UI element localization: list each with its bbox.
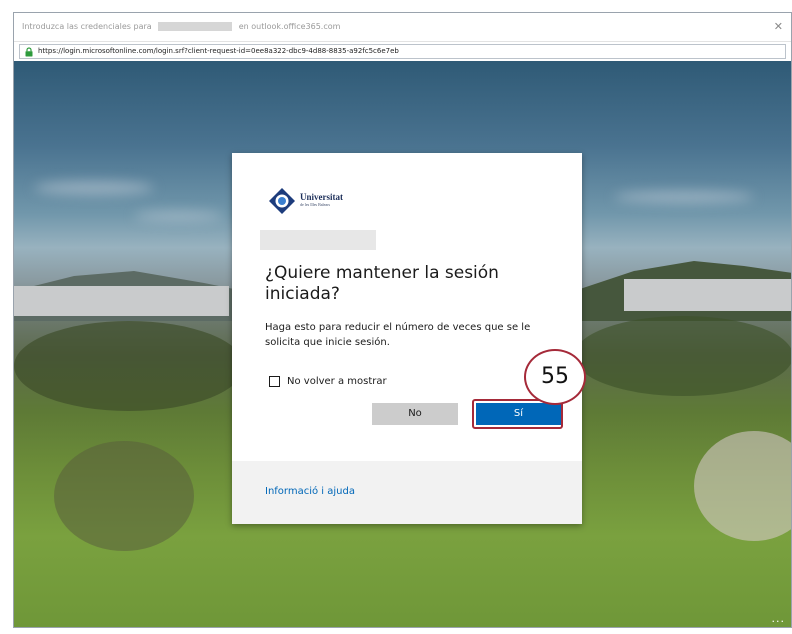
account-email-redacted — [260, 230, 376, 250]
close-icon[interactable]: ✕ — [774, 13, 783, 41]
university-logo: Universitat de les Illes Balears — [268, 187, 368, 215]
window-titlebar: Introduzca las credenciales para en outl… — [14, 13, 791, 41]
url-text: https://login.microsoftonline.com/login.… — [38, 47, 399, 55]
redacted-email — [158, 22, 233, 31]
olive-tree — [54, 441, 194, 551]
stay-signed-in-dialog: Universitat de les Illes Balears ¿Quiere… — [232, 153, 586, 524]
cloud — [614, 191, 754, 203]
url-field[interactable]: https://login.microsoftonline.com/login.… — [19, 44, 786, 59]
more-options-icon[interactable]: ... — [772, 612, 786, 625]
dialog-description: Haga esto para reducir el número de vece… — [265, 322, 531, 348]
window-title-prefix: Introduzca las credenciales para — [22, 22, 152, 31]
help-link[interactable]: Informació i ajuda — [265, 486, 355, 497]
dont-show-again-row[interactable]: No volver a mostrar — [269, 374, 387, 388]
address-bar: https://login.microsoftonline.com/login.… — [14, 41, 791, 63]
vegetation — [14, 321, 244, 411]
cloud — [34, 181, 154, 195]
cloud — [134, 211, 224, 221]
window-title-suffix: en outlook.office365.com — [238, 22, 341, 31]
dont-show-again-label: No volver a mostrar — [287, 375, 387, 387]
logo-subtext: de les Illes Balears — [300, 202, 331, 207]
university-logo-icon — [269, 188, 295, 214]
dont-show-again-checkbox[interactable] — [269, 375, 280, 387]
background-photo: Universitat de les Illes Balears ¿Quiere… — [14, 61, 791, 627]
step-number-badge: 55 — [524, 349, 586, 405]
dialog-footer: Informació i ajuda — [232, 461, 582, 524]
browser-window: Introduzca las credenciales para en outl… — [13, 12, 792, 628]
dialog-title: ¿Quiere mantener la sesión iniciada? — [265, 263, 499, 304]
no-button[interactable]: No — [372, 403, 458, 425]
vegetation — [574, 316, 791, 396]
campus-building — [624, 279, 791, 311]
almond-tree — [694, 431, 791, 541]
lock-icon — [25, 47, 33, 57]
campus-building — [14, 286, 229, 316]
logo-text: Universitat — [300, 192, 343, 202]
